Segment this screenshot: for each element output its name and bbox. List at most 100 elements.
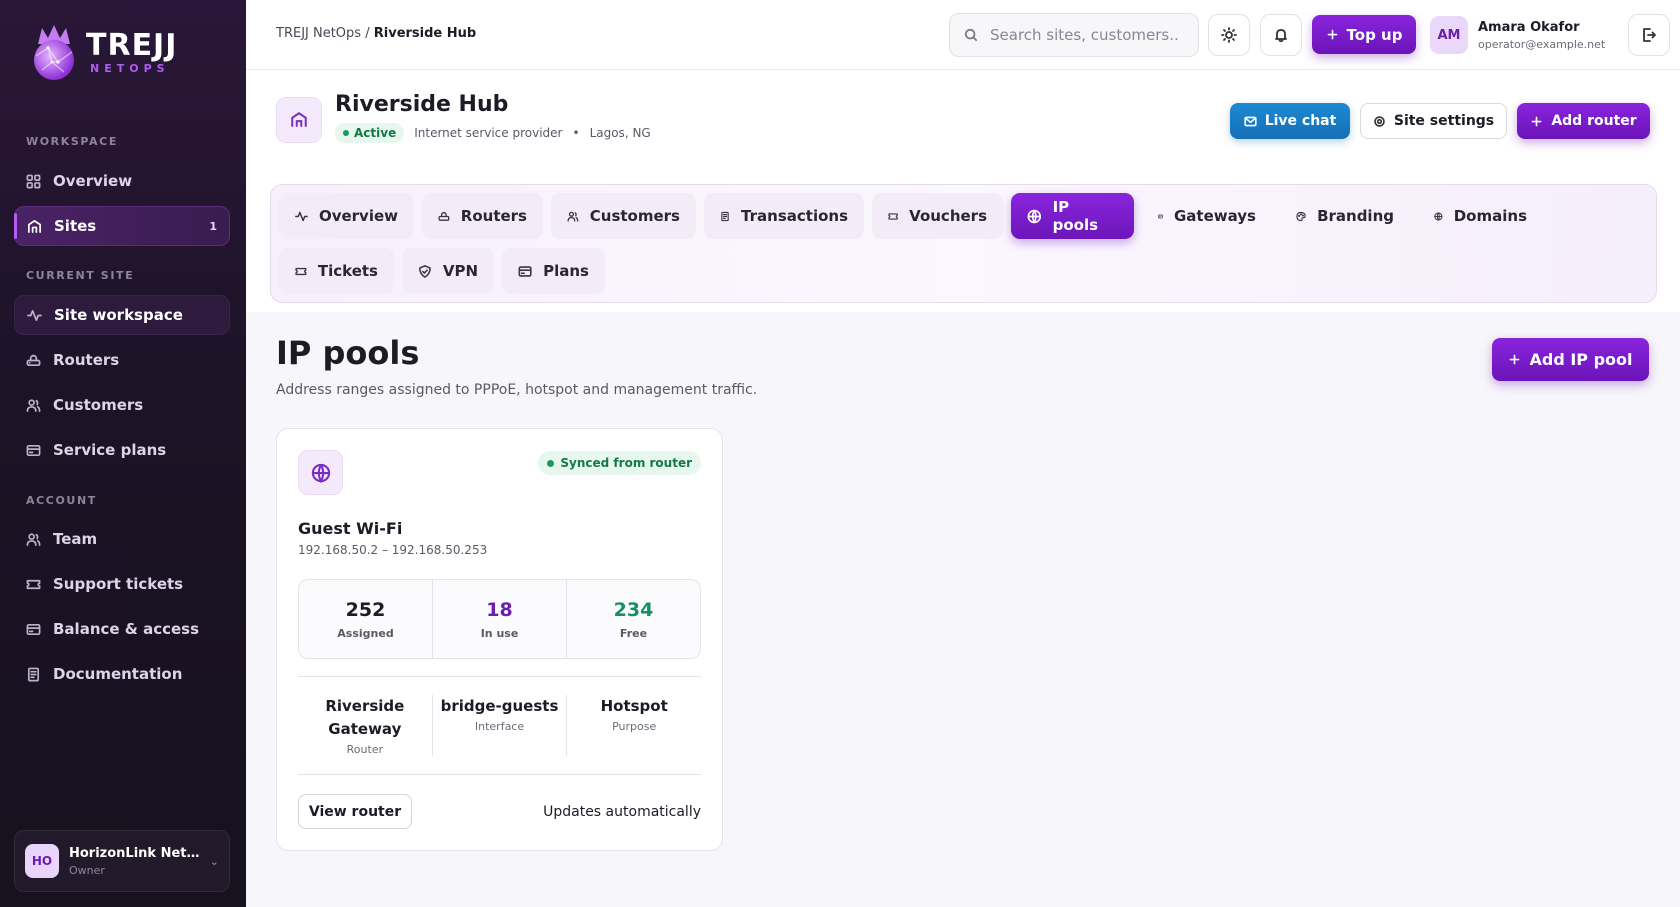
top-up-button[interactable]: Top up: [1312, 15, 1416, 54]
org-name: HorizonLink Net...: [69, 845, 200, 861]
tab-gateways[interactable]: Gateways: [1142, 193, 1272, 239]
sidebar-item-label: Support tickets: [53, 575, 184, 593]
divider: [298, 676, 701, 677]
sidebar-item-service-plans[interactable]: Service plans: [14, 430, 230, 470]
tab-label: VPN: [442, 262, 478, 280]
document-icon: [27, 667, 40, 681]
live-chat-label: Live chat: [1264, 113, 1337, 129]
globe-icon: [1027, 209, 1042, 223]
org-switcher[interactable]: HO HorizonLink Net... Owner ⌄: [14, 830, 230, 892]
stat-label: Free: [619, 626, 648, 640]
sun-icon: [1221, 27, 1237, 43]
router-icon: [438, 211, 450, 221]
search-box[interactable]: [949, 13, 1199, 57]
tab-label: Routers: [460, 207, 527, 225]
detail-label: Purpose: [612, 720, 657, 733]
globe-icon: [1434, 211, 1443, 221]
search-icon: [964, 28, 978, 42]
org-role: Owner: [69, 863, 105, 877]
add-ip-pool-button[interactable]: Add IP pool: [1492, 338, 1649, 381]
sites-count-badge: 1: [209, 219, 217, 233]
brand-logo[interactable]: TREJJ NETOPS: [28, 22, 177, 82]
user-email: operator@example.net: [1478, 37, 1606, 51]
sync-status-badge: Synced from router: [538, 451, 701, 475]
tab-vpn[interactable]: VPN: [402, 248, 494, 294]
theme-toggle-button[interactable]: [1208, 14, 1250, 56]
section-label-workspace: WORKSPACE: [26, 135, 118, 148]
logo-globe-icon: [34, 25, 74, 80]
card-icon: [26, 623, 41, 635]
tab-customers[interactable]: Customers: [551, 193, 696, 239]
add-router-button[interactable]: Add router: [1517, 103, 1650, 139]
site-location: Lagos, NG: [589, 126, 651, 140]
sidebar-item-sites[interactable]: Sites 1: [14, 206, 230, 246]
topbar: TREJJ NetOps / Riverside Hub Top up AM A…: [246, 0, 1680, 70]
user-name: Amara Okafor: [1478, 19, 1580, 35]
mail-icon: [1244, 116, 1257, 126]
sidebar-item-overview[interactable]: Overview: [14, 161, 230, 201]
pool-details: Riverside Gateway Router bridge-guests I…: [298, 695, 701, 756]
globe-icon: [298, 450, 343, 495]
tab-label: Overview: [318, 207, 398, 225]
tab-overview[interactable]: Overview: [279, 193, 414, 239]
site-settings-button[interactable]: Site settings: [1360, 103, 1507, 139]
sidebar-item-team[interactable]: Team: [14, 519, 230, 559]
plus-icon: [1327, 29, 1337, 40]
tab-domains[interactable]: Domains: [1418, 193, 1543, 239]
logout-button[interactable]: [1628, 14, 1670, 56]
sidebar-item-documentation[interactable]: Documentation: [14, 654, 230, 694]
detail-label: Router: [346, 743, 384, 756]
breadcrumb-root[interactable]: TREJJ NetOps: [276, 26, 361, 41]
detail-interface: bridge-guests Interface: [433, 695, 568, 756]
sidebar-item-site-workspace[interactable]: Site workspace: [14, 295, 230, 335]
tab-branding[interactable]: Branding: [1280, 193, 1410, 239]
detail-value: Hotspot: [600, 697, 668, 715]
top-up-label: Top up: [1346, 25, 1403, 44]
live-chat-button[interactable]: Live chat: [1230, 103, 1350, 139]
sidebar-item-support-tickets[interactable]: Support tickets: [14, 564, 230, 604]
sync-status-label: Synced from router: [560, 456, 692, 470]
site-meta: Active Internet service provider • Lagos…: [335, 123, 651, 143]
detail-value: Riverside Gateway: [325, 697, 405, 738]
ticket-icon: [295, 267, 307, 275]
status-dot-icon: [547, 459, 555, 467]
sidebar-item-label: Customers: [53, 396, 144, 414]
org-avatar: HO: [25, 844, 59, 878]
tab-tickets[interactable]: Tickets: [279, 248, 394, 294]
tab-ip-pools[interactable]: IP pools: [1011, 193, 1134, 239]
sidebar-item-label: Balance & access: [53, 620, 200, 638]
section-label-current-site: CURRENT SITE: [26, 269, 135, 282]
tab-transactions[interactable]: Transactions: [704, 193, 864, 239]
card-icon: [1158, 214, 1163, 218]
user-menu[interactable]: AM Amara Okafor operator@example.net: [1430, 16, 1605, 54]
notifications-button[interactable]: [1260, 14, 1302, 56]
sidebar-item-label: Team: [53, 530, 98, 548]
tab-label: Tickets: [317, 262, 378, 280]
tab-routers[interactable]: Routers: [422, 193, 543, 239]
tab-label: Vouchers: [909, 207, 987, 225]
sidebar-item-customers[interactable]: Customers: [14, 385, 230, 425]
activity-icon: [295, 211, 308, 221]
tab-plans[interactable]: Plans: [502, 248, 605, 294]
site-building-icon: [276, 97, 322, 143]
sidebar-item-routers[interactable]: Routers: [14, 340, 230, 380]
site-title: Riverside Hub: [335, 92, 509, 117]
sidebar-item-balance-access[interactable]: Balance & access: [14, 609, 230, 649]
chevron-down-icon: ⌄: [209, 854, 219, 868]
site-type: Internet service provider: [414, 126, 563, 140]
stat-value: 18: [486, 598, 513, 621]
view-router-button[interactable]: View router: [298, 794, 412, 829]
search-input[interactable]: [990, 26, 1180, 44]
tab-label: Branding: [1317, 207, 1394, 225]
section-label-account: ACCOUNT: [26, 494, 97, 507]
plus-icon: [1510, 354, 1520, 365]
meta-separator: •: [572, 126, 580, 140]
ip-pool-card: Synced from router Guest Wi-Fi 192.168.5…: [276, 428, 723, 851]
breadcrumb-separator: /: [365, 26, 370, 41]
tab-vouchers[interactable]: Vouchers: [872, 193, 1003, 239]
detail-label: Interface: [474, 720, 525, 733]
building-icon: [28, 219, 41, 233]
add-router-label: Add router: [1551, 113, 1637, 129]
sidebar-item-label: Service plans: [53, 441, 167, 459]
tab-label: Plans: [543, 262, 589, 280]
